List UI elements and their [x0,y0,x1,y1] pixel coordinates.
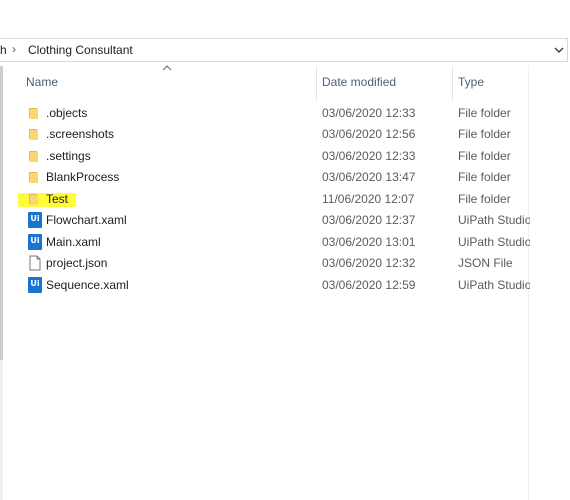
file-row-flowchart[interactable]: Ui Flowchart.xaml 03/06/2020 12:37 UiPat… [20,210,530,231]
file-name[interactable]: .screenshots [46,127,114,141]
folder-icon [29,172,38,183]
uipath-file-icon: Ui [28,212,42,228]
file-type: JSON File [458,256,513,270]
file-type: File folder [458,192,511,206]
file-row-blankprocess[interactable]: BlankProcess 03/06/2020 13:47 File folde… [20,167,530,188]
uipath-file-icon: Ui [28,234,42,250]
file-date: 11/06/2020 12:07 [322,192,415,206]
column-header-date-modified[interactable]: Date modified [322,71,396,93]
breadcrumb-chevron-icon[interactable]: › [12,42,16,56]
file-name[interactable]: project.json [46,256,107,270]
sort-ascending-icon [162,65,172,71]
file-type: UiPath Studio [458,235,530,249]
file-name[interactable]: .settings [46,149,91,163]
file-row-settings[interactable]: .settings 03/06/2020 12:33 File folder [20,146,530,167]
folder-icon [29,129,38,140]
address-bar[interactable]: h › Clothing Consultant [0,38,568,62]
scrollbar-track[interactable] [0,360,3,500]
column-header-name[interactable]: Name [26,71,58,93]
file-name[interactable]: .objects [46,106,87,120]
breadcrumb-current[interactable]: Clothing Consultant [28,43,133,57]
file-type: UiPath Studio [458,213,530,227]
breadcrumb-truncated[interactable]: h [0,43,7,57]
folder-icon [29,194,38,205]
file-name[interactable]: Flowchart.xaml [46,213,127,227]
file-type: UiPath Studio [458,278,530,292]
file-date: 03/06/2020 13:01 [322,235,416,249]
file-type: File folder [458,170,511,184]
document-icon [29,255,41,271]
file-date: 03/06/2020 12:32 [322,256,416,270]
column-header-type[interactable]: Type [458,71,484,93]
chevron-down-icon[interactable] [552,43,566,57]
file-date: 03/06/2020 12:33 [322,106,416,120]
uipath-file-icon: Ui [28,277,42,293]
file-row-main[interactable]: Ui Main.xaml 03/06/2020 13:01 UiPath Stu… [20,232,530,253]
file-row-objects[interactable]: .objects 03/06/2020 12:33 File folder [20,103,530,124]
file-name[interactable]: Test [46,192,68,206]
file-date: 03/06/2020 12:56 [322,127,416,141]
file-name[interactable]: Sequence.xaml [46,278,129,292]
column-divider[interactable] [316,66,317,100]
file-date: 03/06/2020 12:37 [322,213,416,227]
file-row-test[interactable]: Test 11/06/2020 12:07 File folder [20,189,530,210]
folder-icon [29,108,38,119]
file-type: File folder [458,149,511,163]
file-date: 03/06/2020 12:33 [322,149,416,163]
file-date: 03/06/2020 12:59 [322,278,416,292]
file-row-sequence[interactable]: Ui Sequence.xaml 03/06/2020 12:59 UiPath… [20,275,530,296]
folder-icon [29,151,38,162]
file-type: File folder [458,106,511,120]
file-name[interactable]: BlankProcess [46,170,119,184]
file-type: File folder [458,127,511,141]
file-row-project-json[interactable]: project.json 03/06/2020 12:32 JSON File [20,253,530,274]
file-name[interactable]: Main.xaml [46,235,101,249]
file-date: 03/06/2020 13:47 [322,170,416,184]
scrollbar-thumb[interactable] [0,66,3,360]
column-divider[interactable] [452,66,453,100]
file-row-screenshots[interactable]: .screenshots 03/06/2020 12:56 File folde… [20,124,530,145]
